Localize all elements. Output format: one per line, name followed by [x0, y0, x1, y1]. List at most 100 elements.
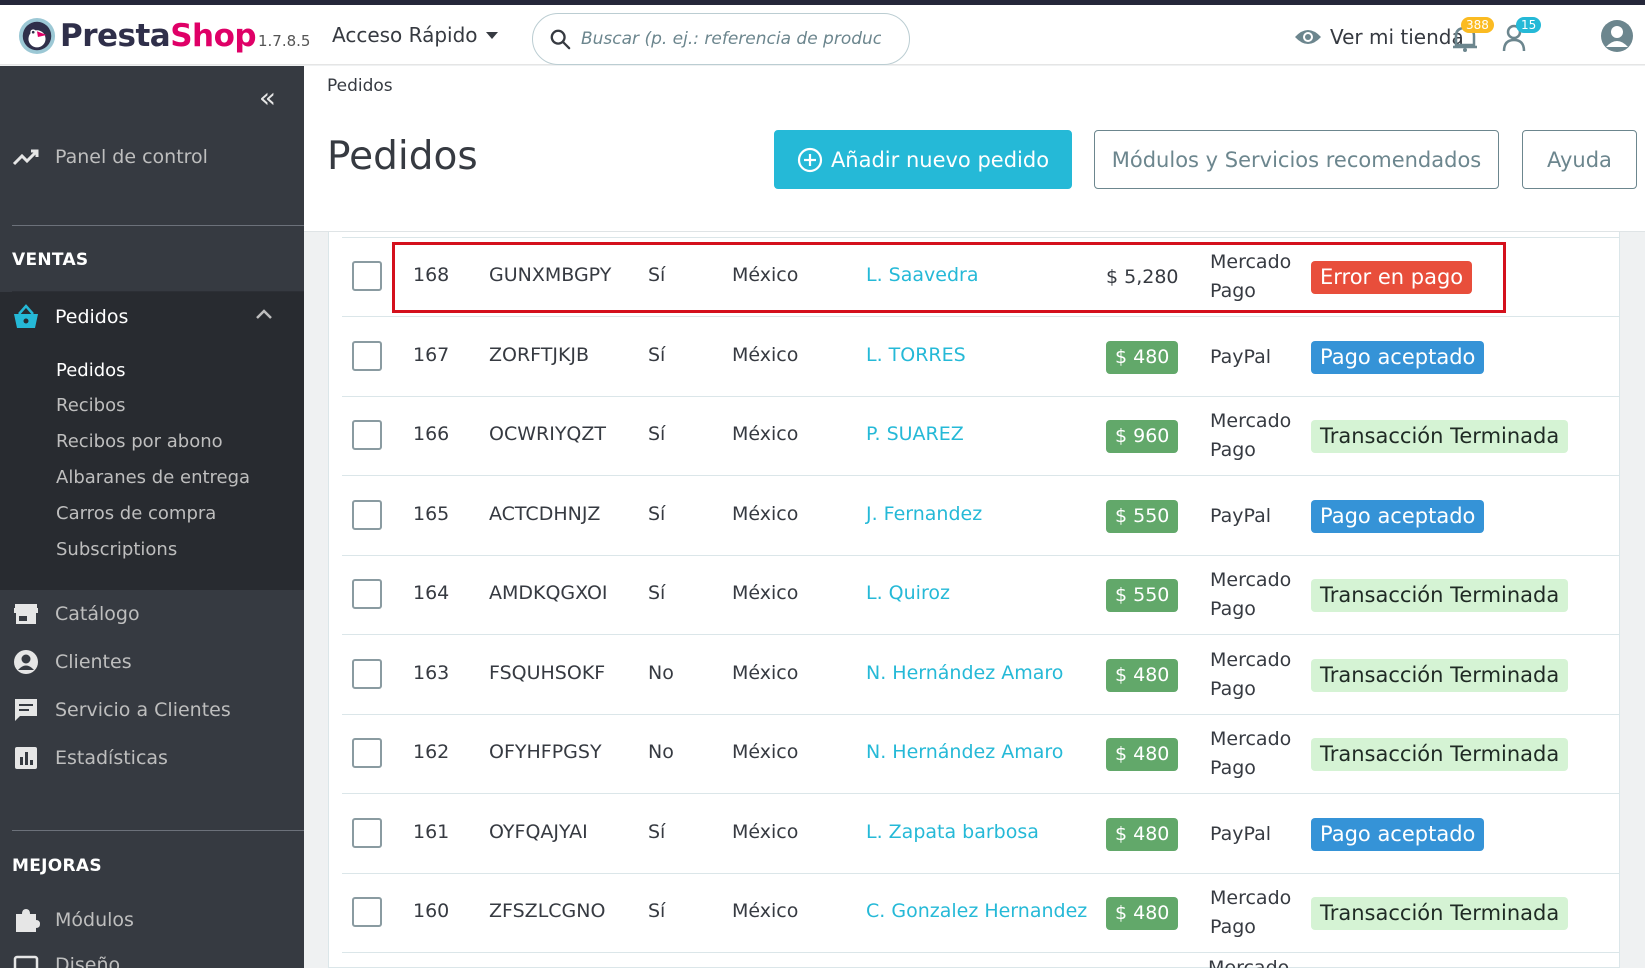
- table-row[interactable]: 164 AMDKQGXOI Sí México L. Quiroz $ 550 Mercad…: [342, 556, 1620, 635]
- row-checkbox[interactable]: [352, 897, 382, 927]
- customers-notification[interactable]: 15: [1502, 17, 1542, 57]
- sidebar-item-customers[interactable]: Clientes: [0, 645, 304, 679]
- order-total-badge: $ 480: [1106, 658, 1179, 692]
- puzzle-icon: [16, 909, 40, 932]
- new-customer-flag: Sí: [648, 582, 666, 604]
- order-status-badge[interactable]: Transacción Terminada: [1311, 420, 1569, 453]
- customer-link[interactable]: L. TORRES: [866, 344, 966, 366]
- order-id: 167: [413, 343, 450, 366]
- order-total-badge: $ 480: [1106, 817, 1179, 851]
- order-status-badge[interactable]: Transacción Terminada: [1311, 738, 1569, 771]
- customer-link[interactable]: P. SUAREZ: [866, 423, 964, 445]
- sidebar-item-stats[interactable]: Estadísticas: [0, 741, 304, 775]
- view-store-link[interactable]: Ver mi tienda: [1294, 25, 1464, 49]
- order-status-badge[interactable]: Pago aceptado: [1311, 340, 1485, 374]
- sidebar-item-orders[interactable]: Pedidos: [0, 293, 304, 341]
- row-checkbox[interactable]: [352, 261, 382, 291]
- table-row[interactable]: 163 FSQUHSOKF No México N. Hernández Amaro $ …: [342, 636, 1620, 715]
- sidebar-subitem-delivery-slips[interactable]: Albaranes de entrega: [56, 467, 250, 488]
- row-checkbox[interactable]: [352, 499, 382, 530]
- customer-link[interactable]: N. Hernández Amaro: [866, 741, 1063, 763]
- row-checkbox[interactable]: [352, 738, 382, 768]
- chevron-up-icon: [256, 309, 272, 319]
- table-row[interactable]: 161 OYFQAJYAI Sí México L. Zapata barbosa $ 4…: [342, 795, 1620, 874]
- partial-row-payment: Mercado: [1208, 957, 1290, 968]
- row-checkbox[interactable]: [352, 658, 382, 689]
- sidebar-subitem-carts[interactable]: Carros de compra: [56, 503, 216, 524]
- delivery-country: México: [732, 582, 799, 604]
- order-status-badge[interactable]: Pago aceptado: [1311, 499, 1485, 533]
- sidebar-divider: [12, 225, 304, 226]
- collapse-sidebar-icon[interactable]: «: [259, 84, 276, 112]
- sidebar-divider: [12, 830, 304, 831]
- profile-avatar[interactable]: [1600, 19, 1634, 57]
- order-status-badge[interactable]: Transacción Terminada: [1311, 897, 1569, 930]
- account-circle-icon: [14, 650, 38, 674]
- prestashop-logo[interactable]: PrestaShop: [18, 17, 257, 55]
- table-row[interactable]: 160 ZFSZLCGNO Sí México C. Gonzalez Hernande…: [342, 874, 1620, 953]
- table-row[interactable]: 162 OFYHFPGSY No México N. Hernández Amaro $ …: [342, 715, 1620, 794]
- delivery-country: México: [732, 661, 799, 684]
- sidebar-item-design[interactable]: Diseño: [0, 950, 304, 968]
- customer-link[interactable]: L. Zapata barbosa: [866, 821, 1039, 843]
- sidebar-subitem-subscriptions[interactable]: Subscriptions: [56, 539, 177, 560]
- bar-chart-icon: [15, 747, 37, 769]
- customer-link[interactable]: N. Hernández Amaro: [866, 662, 1063, 684]
- quick-access-label: Acceso Rápido: [332, 23, 478, 47]
- table-row[interactable]: 166 OCWRIYQZT Sí México P. SUAREZ $ 960 Mercad…: [342, 397, 1620, 476]
- help-button[interactable]: Ayuda: [1522, 130, 1637, 189]
- chat-icon: [15, 699, 37, 721]
- sidebar-subitem-credit-slips[interactable]: Recibos por abono: [56, 431, 223, 452]
- sidebar-subitem-orders[interactable]: Pedidos: [56, 360, 126, 381]
- order-reference: OFYHFPGSY: [489, 741, 602, 763]
- order-total-badge: $ 550: [1106, 579, 1179, 612]
- new-customer-flag: Sí: [648, 820, 666, 843]
- order-status-badge[interactable]: Pago aceptado: [1311, 817, 1485, 851]
- highlight-box-annotation: [392, 242, 1506, 313]
- add-order-label: Añadir nuevo pedido: [830, 147, 1050, 172]
- quick-access-dropdown[interactable]: Acceso Rápido: [332, 23, 498, 47]
- sidebar-subitem-invoices[interactable]: Recibos: [56, 395, 126, 416]
- version-label: 1.7.8.5: [258, 32, 311, 50]
- row-checkbox[interactable]: [352, 340, 382, 371]
- customer-link[interactable]: L. Quiroz: [866, 582, 950, 604]
- recommended-modules-button[interactable]: Módulos y Servicios recomendados: [1094, 130, 1499, 189]
- search-box[interactable]: [532, 13, 910, 65]
- payment-method: Mercado Pago: [1210, 646, 1291, 704]
- section-title-sales: VENTAS: [12, 250, 89, 270]
- breadcrumb[interactable]: Pedidos: [327, 76, 393, 96]
- search-input[interactable]: [581, 29, 881, 49]
- new-customer-flag: No: [648, 741, 674, 763]
- sidebar-item-catalog[interactable]: Catálogo: [0, 597, 304, 631]
- new-customer-flag: Sí: [648, 900, 666, 922]
- order-id: 161: [413, 820, 450, 843]
- sidebar-item-modules[interactable]: Módulos: [0, 903, 304, 937]
- customer-link[interactable]: J. Fernandez: [866, 503, 982, 525]
- orders-badge: 388: [1461, 17, 1494, 33]
- new-customer-flag: Sí: [648, 502, 666, 525]
- order-reference: OCWRIYQZT: [489, 423, 606, 445]
- table-row[interactable]: 167 ZORFTJKJB Sí México L. TORRES $ 480 PayPal…: [342, 318, 1620, 397]
- table-row[interactable]: 165 ACTCDHNJZ Sí México J. Fernandez $ 550 Pay…: [342, 477, 1620, 556]
- order-status-badge[interactable]: Transacción Terminada: [1311, 658, 1569, 692]
- order-status-badge[interactable]: Transacción Terminada: [1311, 579, 1569, 612]
- order-total-badge: $ 480: [1106, 340, 1179, 374]
- payment-line: Pago: [1210, 757, 1256, 779]
- sidebar-item-dashboard[interactable]: Panel de control: [0, 140, 304, 174]
- row-checkbox[interactable]: [352, 420, 382, 450]
- logo-text: PrestaShop: [60, 18, 257, 54]
- payment-line: Pago: [1210, 598, 1256, 620]
- row-checkbox[interactable]: [352, 579, 382, 609]
- orders-notification[interactable]: 388: [1452, 17, 1494, 57]
- customer-link[interactable]: C. Gonzalez Hernandez: [866, 900, 1087, 922]
- delivery-country: México: [732, 502, 799, 525]
- payment-method: PayPal: [1210, 820, 1271, 849]
- payment-method: Mercado Pago: [1210, 566, 1291, 624]
- add-order-button[interactable]: Añadir nuevo pedido: [774, 130, 1072, 189]
- view-store-label: Ver mi tienda: [1330, 25, 1464, 49]
- order-total-badge: $ 960: [1106, 420, 1179, 453]
- order-reference: OYFQAJYAI: [489, 820, 588, 843]
- row-checkbox[interactable]: [352, 817, 382, 848]
- sidebar-item-label: Diseño: [55, 954, 121, 968]
- sidebar-item-customer-service[interactable]: Servicio a Clientes: [0, 693, 304, 727]
